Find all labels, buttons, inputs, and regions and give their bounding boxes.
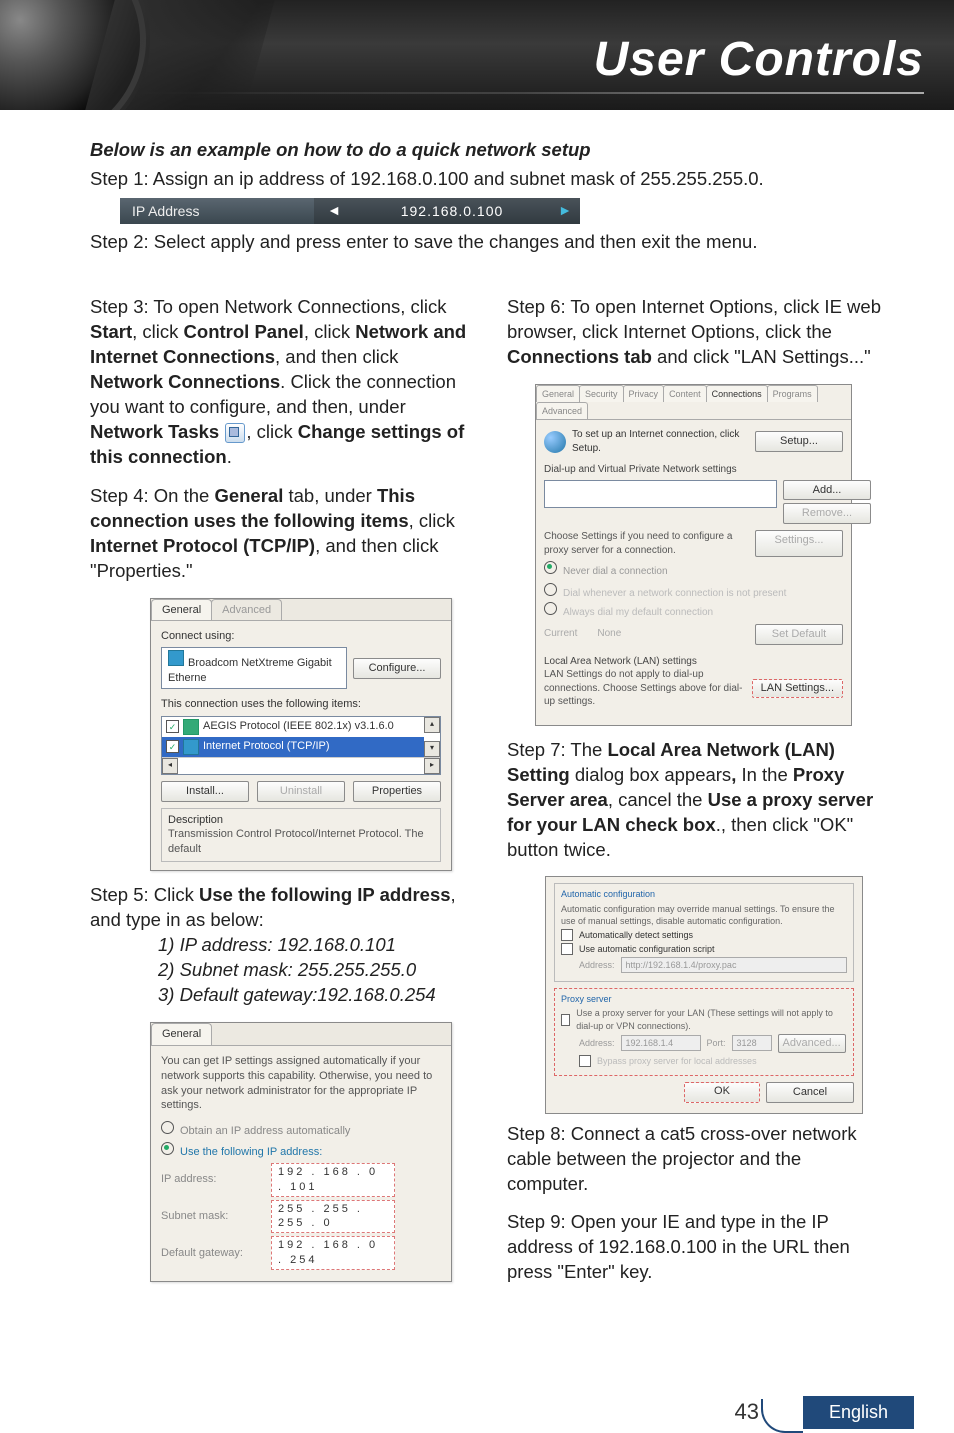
lan-label: Local Area Network (LAN) settings xyxy=(544,655,843,669)
setup-button[interactable]: Setup... xyxy=(755,431,843,452)
scroll-left-icon[interactable]: ◂ xyxy=(162,758,178,774)
header-underline xyxy=(120,92,924,94)
configure-button[interactable]: Configure... xyxy=(353,658,441,679)
footer-curve-icon xyxy=(761,1399,803,1433)
connection-properties-dialog: General Advanced Connect using: Broadcom… xyxy=(150,598,452,872)
uninstall-button[interactable]: Uninstall xyxy=(257,781,345,802)
step3-lead: Step 3: To open Network Connections, cli… xyxy=(90,296,447,317)
mask-input[interactable]: 255 . 255 . 255 . 0 xyxy=(271,1200,395,1234)
content: Below is an example on how to do a quick… xyxy=(0,110,954,1329)
step5-l2: 2) Subnet mask: 255.255.255.0 xyxy=(158,958,467,983)
radio-manual[interactable] xyxy=(161,1142,174,1155)
right-column: Step 6: To open Internet Options, click … xyxy=(507,295,884,1299)
dialup-list[interactable] xyxy=(544,480,777,508)
s3-cpanel: Control Panel xyxy=(184,321,304,342)
add-button[interactable]: Add... xyxy=(783,480,871,501)
step5: Step 5: Click Use the following IP addre… xyxy=(90,883,467,1008)
checkbox-icon[interactable]: ✓ xyxy=(166,720,179,733)
proxy-title: Proxy server xyxy=(561,993,847,1005)
step1-text: Step 1: Assign an ip address of 192.168.… xyxy=(90,167,884,192)
language-badge: English xyxy=(803,1396,914,1429)
step2-text: Step 2: Select apply and press enter to … xyxy=(90,230,884,255)
nic-icon xyxy=(168,650,184,666)
internet-options-dialog: General Security Privacy Content Connect… xyxy=(535,384,852,726)
step4: Step 4: On the General tab, under This c… xyxy=(90,484,467,584)
tcpip-properties-dialog: General You can get IP settings assigned… xyxy=(150,1022,452,1282)
chk-auto-script[interactable] xyxy=(561,943,573,955)
scroll-up-icon[interactable]: ▴ xyxy=(424,717,440,733)
io-tab-advanced[interactable]: Advanced xyxy=(536,402,588,419)
io-tab-content[interactable]: Content xyxy=(663,385,707,402)
dialup-label: Dial-up and Virtual Private Network sett… xyxy=(544,463,843,477)
scroll-down-icon[interactable]: ▾ xyxy=(424,741,440,757)
io-tab-programs[interactable]: Programs xyxy=(767,385,818,402)
ip-bar-label: IP Address xyxy=(120,198,314,225)
s3-netconn: Network Connections xyxy=(90,371,280,392)
checkbox-icon[interactable]: ✓ xyxy=(166,740,179,753)
header-title: User Controls xyxy=(594,32,924,87)
network-task-icon xyxy=(225,423,245,443)
step7: Step 7: The Local Area Network (LAN) Set… xyxy=(507,738,884,863)
globe-icon xyxy=(544,431,566,453)
proxy-address-input[interactable]: 192.168.1.4 xyxy=(621,1035,701,1051)
tcpip-blurb: You can get IP settings assigned automat… xyxy=(161,1054,441,1113)
page-number: 43 xyxy=(734,1399,758,1425)
cancel-button[interactable]: Cancel xyxy=(766,1082,854,1103)
install-button[interactable]: Install... xyxy=(161,781,249,802)
scroll-right-icon[interactable]: ▸ xyxy=(424,758,440,774)
set-default-button[interactable]: Set Default xyxy=(755,624,843,645)
chk-bypass[interactable] xyxy=(579,1055,591,1067)
advanced-button[interactable]: Advanced... xyxy=(778,1034,846,1053)
radio-always-dial[interactable] xyxy=(544,602,557,615)
radio-never-dial[interactable] xyxy=(544,561,557,574)
step5-l3: 3) Default gateway:192.168.0.254 xyxy=(158,983,467,1008)
intro-heading: Below is an example on how to do a quick… xyxy=(90,138,884,163)
left-arrow-icon[interactable]: ◄ xyxy=(314,198,354,224)
chk-use-proxy[interactable] xyxy=(561,1014,570,1026)
step6: Step 6: To open Internet Options, click … xyxy=(507,295,884,370)
page-header: User Controls xyxy=(0,0,954,110)
protocol-icon xyxy=(183,739,199,755)
proxy-port-input[interactable]: 3128 xyxy=(732,1035,772,1051)
properties-button[interactable]: Properties xyxy=(353,781,441,802)
script-address-input[interactable]: http://192.168.1.4/proxy.pac xyxy=(621,957,847,973)
auto-config-title: Automatic configuration xyxy=(561,888,847,900)
step4-lead: Step 4: On the xyxy=(90,485,214,506)
settings-button[interactable]: Settings... xyxy=(755,530,843,557)
protocol-list[interactable]: ✓AEGIS Protocol (IEEE 802.1x) v3.1.6.0 ✓… xyxy=(161,716,441,775)
s3-nettasks: Network Tasks xyxy=(90,421,219,442)
connect-using-label: Connect using: xyxy=(161,629,441,644)
ip-input[interactable]: 192 . 168 . 0 . 101 xyxy=(271,1163,395,1197)
io-tab-security[interactable]: Security xyxy=(579,385,624,402)
ip-address-bar: IP Address ◄ 192.168.0.100 ► xyxy=(120,198,580,224)
s3-start: Start xyxy=(90,321,132,342)
lan-settings-button[interactable]: LAN Settings... xyxy=(752,679,843,698)
step3: Step 3: To open Network Connections, cli… xyxy=(90,295,467,470)
right-arrow-icon[interactable]: ► xyxy=(550,198,580,224)
desc-label: Description xyxy=(168,813,434,828)
step8: Step 8: Connect a cat5 cross-over networ… xyxy=(507,1122,884,1197)
protocol-icon xyxy=(183,719,199,735)
ip-bar-value: 192.168.0.100 xyxy=(354,198,550,224)
chk-auto-detect[interactable] xyxy=(561,929,573,941)
radio-dial-when[interactable] xyxy=(544,583,557,596)
io-tab-general[interactable]: General xyxy=(536,385,580,402)
page-footer: 43 English xyxy=(0,1389,954,1429)
io-tab-privacy[interactable]: Privacy xyxy=(623,385,665,402)
tab-advanced[interactable]: Advanced xyxy=(211,599,282,621)
adapter-field[interactable]: Broadcom NetXtreme Gigabit Etherne xyxy=(161,647,347,689)
uses-label: This connection uses the following items… xyxy=(161,697,441,712)
left-column: Step 3: To open Network Connections, cli… xyxy=(90,295,467,1299)
tab-general[interactable]: General xyxy=(151,599,212,621)
step5-l1: 1) IP address: 192.168.0.101 xyxy=(158,933,467,958)
remove-button[interactable]: Remove... xyxy=(783,503,871,524)
ok-button[interactable]: OK xyxy=(684,1082,760,1103)
step9: Step 9: Open your IE and type in the IP … xyxy=(507,1210,884,1285)
lan-settings-dialog: Automatic configuration Automatic config… xyxy=(545,876,863,1113)
radio-auto[interactable] xyxy=(161,1121,174,1134)
desc-text: Transmission Control Protocol/Internet P… xyxy=(168,827,434,857)
tab-general2[interactable]: General xyxy=(151,1023,212,1045)
gateway-input[interactable]: 192 . 168 . 0 . 254 xyxy=(271,1236,395,1270)
io-tab-connections[interactable]: Connections xyxy=(706,385,768,402)
